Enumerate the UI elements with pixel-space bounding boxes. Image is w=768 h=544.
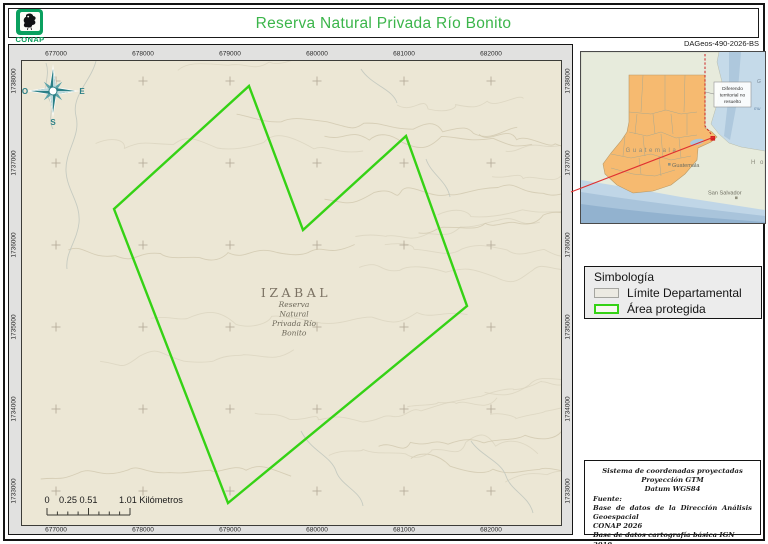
dispute-note-line: territorial no xyxy=(720,93,746,99)
contour-line xyxy=(177,61,402,70)
grid-coordinate-label: 679000 xyxy=(219,527,241,534)
dispute-note-line: Diferendo xyxy=(722,86,743,92)
grid-coordinate-label: 682000 xyxy=(480,527,502,534)
grid-coordinate-label: 678000 xyxy=(132,50,154,57)
contour-line xyxy=(490,397,562,418)
legend-box: Simbología Límite Departamental Área pro… xyxy=(584,266,762,319)
grid-coordinate-label: 1735000 xyxy=(11,314,18,339)
scale-tick-label: 0.25 xyxy=(59,495,77,505)
scale-tick-label: 0 xyxy=(44,495,49,505)
contour-line xyxy=(68,244,354,259)
reserve-location-marker xyxy=(711,136,716,141)
grid-coordinate-label: 681000 xyxy=(393,50,415,57)
source-heading: Fuente: xyxy=(593,495,752,504)
quetzal-icon xyxy=(20,12,40,31)
inset-neighbor-label: H o xyxy=(751,160,765,166)
inset-country-label: Guatemala xyxy=(626,148,679,154)
conap-logo-text: CONAP xyxy=(12,35,48,44)
compass-west-label: O xyxy=(22,87,28,96)
inset-capital-label: Guatemala xyxy=(672,163,700,169)
contour-line xyxy=(384,243,561,255)
contour-line xyxy=(359,264,562,281)
compass-south-label: S xyxy=(50,118,56,127)
conap-logo xyxy=(16,9,43,35)
grid-coordinate-label: 679000 xyxy=(219,50,241,57)
contour-line xyxy=(100,349,294,365)
dispute-note-line: resuelto xyxy=(724,99,741,105)
grid-coordinate-label: 1736000 xyxy=(565,232,572,257)
contour-line xyxy=(328,434,537,456)
contour-line xyxy=(40,466,290,478)
reserve-label-line: Natural xyxy=(278,309,309,318)
inset-locator-map: Diferendo territorial no resuelto Guatem… xyxy=(580,51,766,224)
contour-line xyxy=(505,136,561,151)
contour-line xyxy=(437,208,561,218)
inset-city-label: San Salvador xyxy=(708,191,742,197)
grid-coordinate-label: 1737000 xyxy=(11,150,18,175)
map-drawing: IZABAL Reserva Natural Privada Río Bonit… xyxy=(22,61,562,526)
contour-line xyxy=(397,97,523,111)
contour-line xyxy=(410,454,561,473)
header-bar: Reserva Natural Privada Río Bonito xyxy=(8,8,759,38)
contour-line xyxy=(355,218,539,238)
scale-tick-label: 0.51 xyxy=(79,495,97,505)
departmental-limit-swatch xyxy=(594,288,619,298)
credits-box: Sistema de coordenadas proyectadas Proye… xyxy=(584,460,761,535)
map-canvas: IZABAL Reserva Natural Privada Río Bonit… xyxy=(21,60,562,526)
legend-item-label: Límite Departamental xyxy=(627,286,742,300)
grid-coordinate-label: 1737000 xyxy=(565,150,572,175)
map-frame: 677000 677000 678000 678000 679000 679000 6800… xyxy=(8,44,574,535)
contour-line xyxy=(492,175,562,183)
reserve-label-line: Privada Río xyxy=(271,319,316,328)
contour-line xyxy=(236,114,517,136)
grid-coordinate-label: 1738000 xyxy=(565,68,572,93)
compass-east-label: E xyxy=(79,87,85,96)
grid-coordinate-label: 680000 xyxy=(306,50,328,57)
department-label: IZABAL xyxy=(260,285,330,300)
grid-coordinate-label: 1734000 xyxy=(11,396,18,421)
grid-coordinate-label: 682000 xyxy=(480,50,502,57)
grid-coordinate-label: 1733000 xyxy=(565,478,572,503)
legend-item-label: Área protegida xyxy=(627,302,706,316)
contour-line xyxy=(324,134,532,147)
contour-line xyxy=(505,465,562,482)
grid-coordinate-label: 1738000 xyxy=(11,68,18,93)
scale-bar: 0 0.25 0.51 1.01 Kilómetros xyxy=(44,495,183,515)
grid-coordinate-label: 680000 xyxy=(306,527,328,534)
san-salvador-marker xyxy=(735,197,738,200)
grid-coordinate-label: 678000 xyxy=(132,527,154,534)
legend-title: Simbología xyxy=(594,270,654,284)
crs-title: Sistema de coordenadas proyectadas xyxy=(593,467,752,476)
contour-line xyxy=(95,135,363,151)
grid-coordinate-label: 677000 xyxy=(45,527,67,534)
capital-city-marker xyxy=(668,163,671,166)
reserve-label-line: Bonito xyxy=(280,328,306,337)
contour-line xyxy=(324,184,562,202)
grid-coordinate-label: 677000 xyxy=(45,50,67,57)
source-line: Base de datos cartografía básica IGN 201… xyxy=(593,531,752,544)
inset-sea-label-fragment: G xyxy=(757,79,761,85)
grid-coordinate-label: 1735000 xyxy=(565,314,572,339)
grid-coordinate-label: 681000 xyxy=(393,527,415,534)
grid-coordinate-label: 1733000 xyxy=(11,478,18,503)
grid-coordinate-label: 1736000 xyxy=(11,232,18,257)
source-line: CONAP 2026 xyxy=(593,522,752,531)
crs-projection: Proyección GTM xyxy=(593,476,752,485)
page-title: Reserva Natural Privada Río Bonito xyxy=(9,15,758,33)
contour-line xyxy=(254,397,496,421)
map-sheet-page: Reserva Natural Privada Río Bonito CONAP… xyxy=(0,0,768,544)
scale-end-label: 1.01 Kilómetros xyxy=(119,495,183,505)
compass-north-label: N xyxy=(50,61,56,63)
inset-sea-label-fragment: mu xyxy=(754,106,761,111)
crs-datum: Datum WGS84 xyxy=(593,485,752,494)
protected-area-swatch xyxy=(594,304,619,314)
grid-coordinate-label: 1734000 xyxy=(565,396,572,421)
reserve-label-line: Reserva xyxy=(277,300,309,309)
source-line: Base de datos de la Dirección Análisis G… xyxy=(593,504,752,522)
terrain-contours xyxy=(40,61,561,482)
